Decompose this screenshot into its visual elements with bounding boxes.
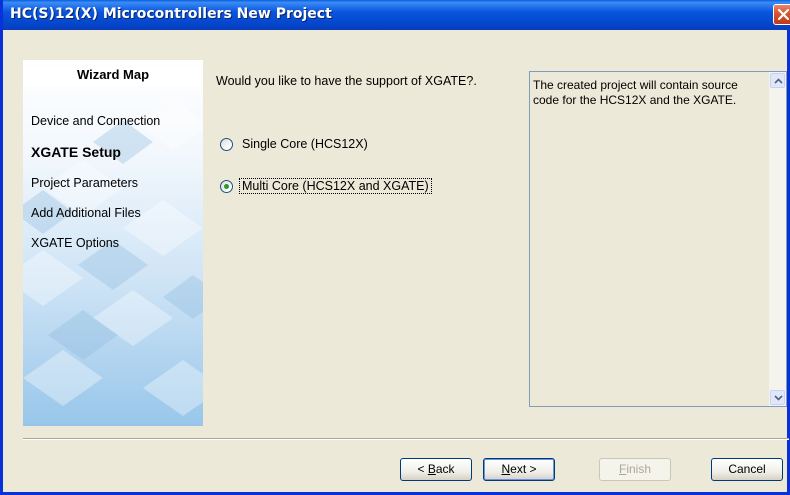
close-x-icon xyxy=(778,9,789,20)
wizard-step-xgate-setup: XGATE Setup xyxy=(31,144,121,160)
scroll-down-button[interactable] xyxy=(770,390,785,405)
description-box: The created project will contain source … xyxy=(529,71,787,407)
finish-button[interactable]: Finish xyxy=(599,458,671,481)
xgate-question: Would you like to have the support of XG… xyxy=(216,74,477,88)
scroll-up-button[interactable] xyxy=(770,73,785,88)
back-button-mnemonic: B xyxy=(427,462,436,476)
description-text: The created project will contain source … xyxy=(533,78,738,107)
wizard-step-project-parameters: Project Parameters xyxy=(31,176,138,190)
wizard-map-title: Wizard Map xyxy=(23,67,203,86)
cancel-button[interactable]: Cancel xyxy=(711,458,783,481)
single-core-label[interactable]: Single Core (HCS12X) xyxy=(240,137,370,151)
scroll-up-arrow-icon xyxy=(774,78,783,84)
multi-core-radio[interactable] xyxy=(220,179,233,193)
scroll-down-arrow-icon xyxy=(774,395,783,401)
description-scrollbar[interactable] xyxy=(769,72,786,406)
window-title: HC(S)12(X) Microcontrollers New Project xyxy=(10,6,332,22)
back-button[interactable]: < Back xyxy=(400,458,472,481)
option-single-core[interactable]: Single Core (HCS12X) xyxy=(220,136,370,152)
footer-separator xyxy=(23,438,789,440)
finish-button-label: inish xyxy=(626,462,652,476)
single-core-radio[interactable] xyxy=(220,137,233,151)
next-button-mnemonic: N xyxy=(501,462,511,476)
back-button-prefix: < xyxy=(417,462,428,476)
multi-core-label[interactable]: Multi Core (HCS12X and XGATE) xyxy=(239,178,432,194)
next-button-label: ext > xyxy=(510,462,537,476)
title-bar[interactable]: HC(S)12(X) Microcontrollers New Project xyxy=(3,0,790,30)
next-button[interactable]: Next > xyxy=(483,458,555,481)
wizard-step-device-and-connection: Device and Connection xyxy=(31,114,161,128)
wizard-window: HC(S)12(X) Microcontrollers New Project xyxy=(0,0,790,495)
wizard-step-add-additional-files: Add Additional Files xyxy=(31,206,141,220)
back-button-label: ack xyxy=(435,462,455,476)
wizard-map-panel: Wizard Map Device and Connection XGATE S… xyxy=(23,60,203,426)
cancel-button-label: Cancel xyxy=(728,462,766,476)
close-button[interactable] xyxy=(773,4,790,25)
wizard-step-xgate-options: XGATE Options xyxy=(31,236,119,250)
option-multi-core[interactable]: Multi Core (HCS12X and XGATE) xyxy=(220,178,432,194)
